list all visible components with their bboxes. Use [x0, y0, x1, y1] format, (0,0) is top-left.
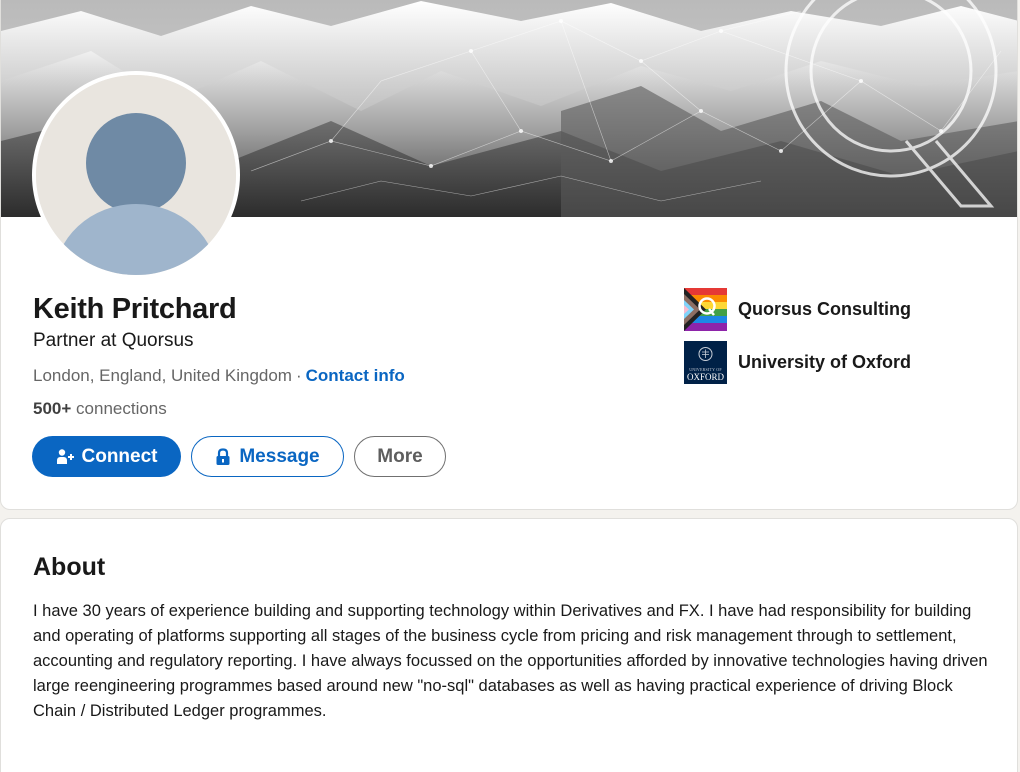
connect-label: Connect	[81, 445, 158, 467]
profile-avatar[interactable]	[32, 71, 240, 279]
connections-count[interactable]: 500+ connections	[33, 399, 167, 419]
contact-info-link[interactable]: Contact info	[306, 366, 405, 385]
current-company-link[interactable]: Quorsus Consulting	[684, 288, 911, 331]
about-text: I have 30 years of experience building a…	[33, 602, 988, 720]
message-button[interactable]: Message	[191, 436, 344, 477]
about-section: About I have 30 years of experience buil…	[0, 518, 1018, 772]
profile-location-line: London, England, United Kingdom · Contact …	[33, 366, 405, 386]
more-label: More	[377, 445, 423, 467]
quorsus-logo	[684, 288, 727, 331]
profile-name: Keith Pritchard	[33, 293, 237, 325]
oxford-logo: UNIVERSITY OF OXFORD	[684, 341, 727, 384]
education-link[interactable]: UNIVERSITY OF OXFORD University of Oxfor…	[684, 341, 911, 384]
profile-top-card: Keith Pritchard Partner at Quorsus Londo…	[0, 0, 1018, 510]
default-avatar-icon	[36, 75, 236, 275]
profile-location: London, England, United Kingdom	[33, 366, 292, 385]
connect-button[interactable]: Connect	[32, 436, 181, 477]
location-separator: ·	[295, 366, 302, 385]
education-name: University of Oxford	[738, 352, 912, 372]
oxford-logo-text-bottom: OXFORD	[686, 372, 724, 382]
add-person-icon	[56, 448, 74, 464]
message-label: Message	[239, 445, 320, 467]
lock-icon	[216, 447, 230, 465]
profile-headline: Partner at Quorsus	[33, 330, 194, 351]
current-company-name: Quorsus Consulting	[738, 299, 911, 319]
connections-number: 500+	[33, 399, 72, 418]
about-heading: About	[33, 553, 106, 581]
connections-label: connections	[76, 399, 167, 418]
more-button[interactable]: More	[354, 436, 446, 477]
